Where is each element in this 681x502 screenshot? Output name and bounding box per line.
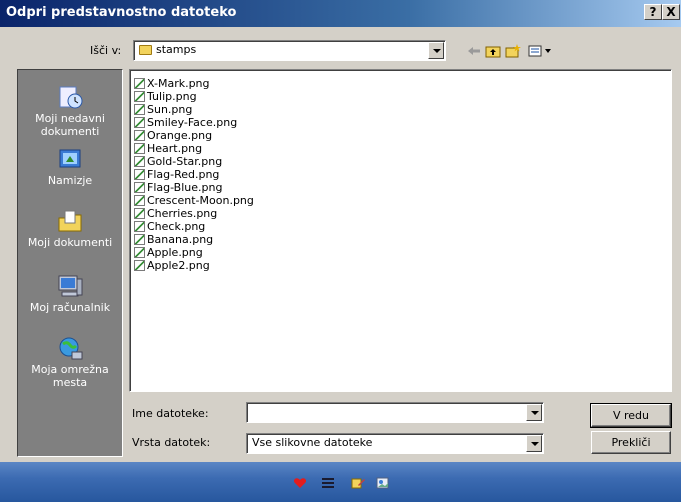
list-item[interactable]: Flag-Blue.png <box>134 181 222 194</box>
close-button[interactable]: X <box>662 4 680 20</box>
my-documents-icon <box>56 208 84 234</box>
place-label: Moj računalnik <box>29 301 111 314</box>
place-desktop[interactable]: Namizje <box>18 146 122 187</box>
png-file-icon <box>134 221 145 232</box>
look-in-label: Išči v: <box>90 44 122 57</box>
file-list[interactable]: X-Mark.png Tulip.png Sun.png Smiley-Face… <box>129 69 672 392</box>
filetype-dropdown[interactable]: Vse slikovne datoteke <box>246 433 544 454</box>
png-file-icon <box>134 247 145 258</box>
back-arrow-icon[interactable] <box>466 44 482 58</box>
list-item[interactable]: Smiley-Face.png <box>134 116 237 129</box>
filename-input[interactable] <box>246 402 544 423</box>
chevron-down-icon[interactable] <box>526 404 542 421</box>
look-in-dropdown[interactable]: stamps <box>133 40 446 61</box>
place-my-computer[interactable]: Moj računalnik <box>18 273 122 314</box>
ok-button[interactable]: V redu <box>590 403 672 428</box>
list-item[interactable]: Cherries.png <box>134 207 217 220</box>
list-item[interactable]: Crescent-Moon.png <box>134 194 254 207</box>
places-bar: Moji nedavni dokumenti Namizje Moji doku… <box>17 69 123 457</box>
taskbar <box>0 462 681 502</box>
list-item[interactable]: Gold-Star.png <box>134 155 222 168</box>
list-item[interactable]: Orange.png <box>134 129 212 142</box>
look-in-value: stamps <box>156 43 197 56</box>
up-folder-icon[interactable] <box>485 44 501 58</box>
place-label: Namizje <box>47 174 93 187</box>
window-title: Odpri predstavnostno datoteko <box>6 5 237 20</box>
edit-icon[interactable] <box>351 477 365 489</box>
menu-lines-icon[interactable] <box>321 477 335 489</box>
png-file-icon <box>134 234 145 245</box>
list-item[interactable]: Banana.png <box>134 233 213 246</box>
help-button[interactable]: ? <box>644 4 662 20</box>
list-item[interactable]: Sun.png <box>134 103 192 116</box>
png-file-icon <box>134 117 145 128</box>
cancel-button[interactable]: Prekliči <box>591 431 671 454</box>
png-file-icon <box>134 169 145 180</box>
image-icon[interactable] <box>376 477 390 489</box>
png-file-icon <box>134 208 145 219</box>
list-item[interactable]: Heart.png <box>134 142 202 155</box>
place-label: Moja omrežna mesta <box>31 363 109 389</box>
png-file-icon <box>134 182 145 193</box>
png-file-icon <box>134 104 145 115</box>
png-file-icon <box>134 143 145 154</box>
filetype-label: Vrsta datotek: <box>132 436 211 449</box>
list-item[interactable]: Check.png <box>134 220 205 233</box>
chevron-down-icon[interactable] <box>428 42 444 59</box>
list-item[interactable]: Tulip.png <box>134 90 197 103</box>
filetype-value: Vse slikovne datoteke <box>252 436 373 449</box>
view-menu-icon[interactable] <box>528 44 556 58</box>
png-file-icon <box>134 78 145 89</box>
place-label: Moji nedavni dokumenti <box>35 112 105 138</box>
png-file-icon <box>134 156 145 167</box>
my-computer-icon <box>56 273 84 299</box>
place-network-places[interactable]: Moja omrežna mesta <box>18 335 122 389</box>
png-file-icon <box>134 195 145 206</box>
list-item[interactable]: Apple.png <box>134 246 203 259</box>
filename-label: Ime datoteke: <box>132 407 209 420</box>
place-recent-documents[interactable]: Moji nedavni dokumenti <box>18 84 122 138</box>
place-my-documents[interactable]: Moji dokumenti <box>18 208 122 249</box>
list-item[interactable]: Flag-Red.png <box>134 168 219 181</box>
desktop-icon <box>56 146 84 172</box>
heart-icon[interactable] <box>293 477 307 489</box>
png-file-icon <box>134 91 145 102</box>
recent-documents-icon <box>56 84 84 110</box>
folder-icon <box>139 45 152 55</box>
network-places-icon <box>56 335 84 361</box>
title-bar: Odpri predstavnostno datoteko ? X <box>0 0 681 27</box>
list-item[interactable]: Apple2.png <box>134 259 210 272</box>
place-label: Moji dokumenti <box>27 236 113 249</box>
chevron-down-icon[interactable] <box>526 435 542 452</box>
png-file-icon <box>134 260 145 271</box>
png-file-icon <box>134 130 145 141</box>
new-folder-icon[interactable] <box>505 44 521 58</box>
list-item[interactable]: X-Mark.png <box>134 77 210 90</box>
